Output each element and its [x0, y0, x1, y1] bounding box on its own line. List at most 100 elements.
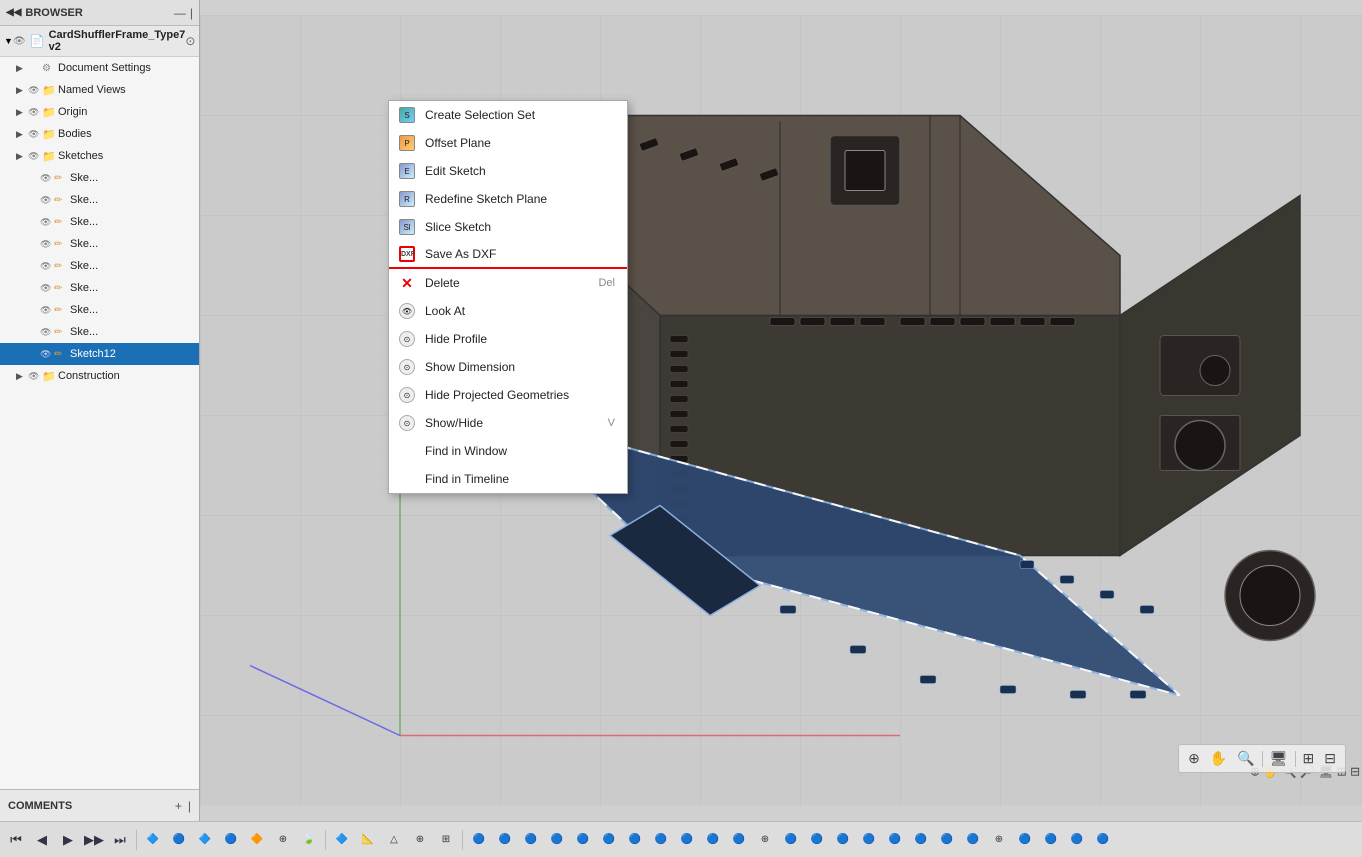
context-menu-item-look-at[interactable]: 👁Look At [389, 297, 627, 325]
toolbar-body-18[interactable]: 🔵 [909, 828, 933, 852]
pin-icon[interactable]: | [190, 6, 193, 20]
tree-item-sketch2[interactable]: 👁✏Ske... [0, 189, 199, 211]
context-menu-item-save-as-dxf[interactable]: DXFSave As DXF [389, 241, 627, 269]
context-menu-item-redefine-sketch-plane[interactable]: RRedefine Sketch Plane [389, 185, 627, 213]
toolbar-feature-5[interactable]: ⊞ [434, 828, 458, 852]
tree-item-sketch6[interactable]: 👁✏Ske... [0, 277, 199, 299]
toolbar-body-21[interactable]: ⊕ [987, 828, 1011, 852]
toolbar-sketch-7[interactable]: 🍃 [297, 828, 321, 852]
toolbar-sep-1 [136, 830, 137, 850]
zoom-icon[interactable]: 🔍 [1234, 748, 1257, 769]
toolbar-body-7[interactable]: 🔵 [623, 828, 647, 852]
context-menu-item-hide-profile[interactable]: ⊙Hide Profile [389, 325, 627, 353]
toolbar-body-14[interactable]: 🔵 [805, 828, 829, 852]
grid-icon[interactable]: ⊞ [1300, 748, 1318, 769]
minus-icon[interactable]: — [174, 6, 186, 20]
toolbar-sketch-6[interactable]: ⊕ [271, 828, 295, 852]
tree-item-sketches[interactable]: ▶👁📁Sketches [0, 145, 199, 167]
toolbar-skip-back[interactable]: ⏮ [4, 828, 28, 852]
toolbar-body-23[interactable]: 🔵 [1039, 828, 1063, 852]
toolbar-sketch-1[interactable]: 🔷 [141, 828, 165, 852]
toolbar-sep-2 [325, 830, 326, 850]
toolbar-body-6[interactable]: 🔵 [597, 828, 621, 852]
toolbar-sketch-2[interactable]: 🔵 [167, 828, 191, 852]
toolbar-body-19[interactable]: 🔵 [935, 828, 959, 852]
context-menu-item-find-in-window[interactable]: Find in Window [389, 437, 627, 465]
toolbar-body-4[interactable]: 🔵 [545, 828, 569, 852]
context-menu-item-show-hide[interactable]: ⊙Show/HideV [389, 409, 627, 437]
context-menu-item-hide-projected-geometries[interactable]: ⊙Hide Projected Geometries [389, 381, 627, 409]
display-icon[interactable]: ⊟ [1321, 748, 1339, 769]
toolbar-body-16[interactable]: 🔵 [857, 828, 881, 852]
toolbar-body-9[interactable]: 🔵 [675, 828, 699, 852]
eye-icon: 👁 [40, 217, 54, 228]
comments-controls: + | [175, 799, 191, 813]
toolbar-body-13[interactable]: 🔵 [779, 828, 803, 852]
toolbar-feature-4[interactable]: ⊕ [408, 828, 432, 852]
eye-icon: 👁 [40, 239, 54, 250]
eye-icon: 👁 [28, 371, 42, 382]
tree-item-label: Ske... [70, 260, 195, 272]
context-menu-item-find-in-timeline[interactable]: Find in Timeline [389, 465, 627, 493]
browser-title-text: BROWSER [25, 7, 82, 19]
toolbar-feature-3[interactable]: △ [382, 828, 406, 852]
toolbar-body-1[interactable]: 🔵 [467, 828, 491, 852]
tree-item-origin[interactable]: ▶👁📁Origin [0, 101, 199, 123]
tree-item-sketch1[interactable]: 👁✏Ske... [0, 167, 199, 189]
toolbar-skip-fwd[interactable]: ⏭ [108, 828, 132, 852]
toolbar-body-3[interactable]: 🔵 [519, 828, 543, 852]
tree-arrow-icon: ▶ [16, 107, 28, 118]
toolbar-feature-2[interactable]: 📐 [356, 828, 380, 852]
tree-item-construction[interactable]: ▶👁📁Construction [0, 365, 199, 387]
toolbar-body-24[interactable]: 🔵 [1065, 828, 1089, 852]
toolbar-body-12[interactable]: ⊕ [753, 828, 777, 852]
eye-icon: 👁 [40, 173, 54, 184]
toolbar-next[interactable]: ▶▶ [82, 828, 106, 852]
tree-item-sketch7[interactable]: 👁✏Ske... [0, 299, 199, 321]
toolbar-body-2[interactable]: 🔵 [493, 828, 517, 852]
toolbar-body-22[interactable]: 🔵 [1013, 828, 1037, 852]
toolbar-body-8[interactable]: 🔵 [649, 828, 673, 852]
context-menu-item-edit-sketch[interactable]: EEdit Sketch [389, 157, 627, 185]
view-icon[interactable]: 🖥 [1267, 748, 1291, 769]
tree-item-label: Document Settings [58, 62, 195, 74]
tree-item-sketch3[interactable]: 👁✏Ske... [0, 211, 199, 233]
toolbar-body-20[interactable]: 🔵 [961, 828, 985, 852]
context-menu-item-show-dimension[interactable]: ⊙Show Dimension [389, 353, 627, 381]
selection-icon: S [397, 105, 417, 125]
viewport[interactable]: ⊕ ✋ 🔍 🔎 🖥 ⊞ ⊟ [200, 0, 1362, 821]
toolbar-feature-1[interactable]: 🔷 [330, 828, 354, 852]
context-menu-item-delete[interactable]: ✕DeleteDel [389, 269, 627, 297]
toolbar-body-10[interactable]: 🔵 [701, 828, 725, 852]
context-menu-item-offset-plane[interactable]: POffset Plane [389, 129, 627, 157]
move-icon[interactable]: ⊕ [1185, 748, 1203, 769]
tree-item-sketch8[interactable]: 👁✏Ske... [0, 321, 199, 343]
toolbar-body-25[interactable]: 🔵 [1091, 828, 1115, 852]
tree-item-bodies[interactable]: ▶👁📁Bodies [0, 123, 199, 145]
hand-icon[interactable]: ✋ [1207, 748, 1230, 769]
tree-item-sketch5[interactable]: 👁✏Ske... [0, 255, 199, 277]
toolbar-body-11[interactable]: 🔵 [727, 828, 751, 852]
vp-sep2 [1295, 751, 1296, 767]
document-header[interactable]: ▼ 👁 📄 CardShufflerFrame_Type7 v2 ⊙ [0, 26, 199, 57]
toolbar-prev[interactable]: ◀ [30, 828, 54, 852]
tree-item-sketch4[interactable]: 👁✏Ske... [0, 233, 199, 255]
tree-item-sketch12[interactable]: 👁✏Sketch12 [0, 343, 199, 365]
toolbar-body-5[interactable]: 🔵 [571, 828, 595, 852]
context-menu-item-slice-sketch[interactable]: SlSlice Sketch [389, 213, 627, 241]
toolbar-sketch-5[interactable]: 🔶 [245, 828, 269, 852]
context-menu-label: Offset Plane [425, 136, 615, 150]
eye-icon: 👁 [28, 151, 42, 162]
tree-item-label: Sketch12 [70, 348, 195, 360]
toolbar-sketch-4[interactable]: 🔵 [219, 828, 243, 852]
toolbar-body-15[interactable]: 🔵 [831, 828, 855, 852]
context-menu-label: Edit Sketch [425, 164, 615, 178]
add-comment-icon[interactable]: + [175, 799, 182, 813]
toolbar-sketch-3[interactable]: 🔷 [193, 828, 217, 852]
tree-item-named-views[interactable]: ▶👁📁Named Views [0, 79, 199, 101]
toolbar-body-17[interactable]: 🔵 [883, 828, 907, 852]
comment-pin-icon: | [188, 799, 191, 813]
tree-item-doc-settings[interactable]: ▶⚙Document Settings [0, 57, 199, 79]
context-menu-item-create-selection-set[interactable]: SCreate Selection Set [389, 101, 627, 129]
toolbar-play[interactable]: ▶ [56, 828, 80, 852]
